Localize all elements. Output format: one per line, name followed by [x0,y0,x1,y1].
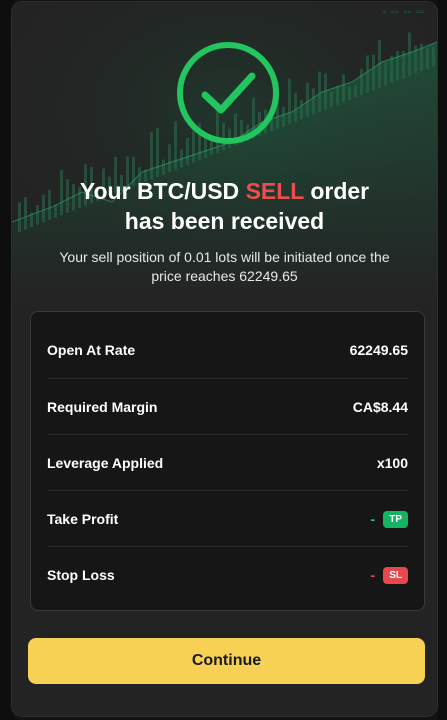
decorative-candle [318,71,321,112]
svg-text:≈ ≈≈ ≈≈ ≈≈: ≈ ≈≈ ≈≈ ≈≈ [382,9,424,17]
stop-loss-badge: SL [383,566,408,584]
decorative-candle [342,74,345,103]
take-profit-badge: TP [383,510,408,528]
detail-value: CA$8.44 [352,399,408,415]
decorative-candle [312,88,315,115]
headline-suffix: order [303,178,370,204]
detail-label: Take Profit [47,511,119,527]
detail-row-open-at-rate: Open At Rate 62249.65 [47,322,408,378]
decorative-candle [402,50,405,79]
decorative-candle [414,45,417,74]
decorative-candle [384,62,387,86]
decorative-candle [420,43,423,72]
detail-value: x100 [376,455,408,471]
confirmation-headline: Your BTC/USD SELL order has been receive… [12,176,437,236]
decorative-candle [426,48,429,69]
order-details-card: Open At Rate 62249.65 Required Margin CA… [30,311,425,611]
decorative-candle [354,85,357,98]
order-side-label: SELL [245,178,304,204]
detail-row-stop-loss: Stop Loss - SL [47,546,408,603]
decorative-candle [330,91,333,108]
decorative-candle [396,50,399,81]
decorative-candle [156,128,159,177]
decorative-candle [336,85,339,105]
take-profit-value: - [370,511,376,527]
detail-value: - TP [370,510,408,528]
decorative-candle [372,54,375,91]
stop-loss-value: - [370,567,376,583]
decorative-candle [180,149,183,168]
detail-row-required-margin: Required Margin CA$8.44 [47,378,408,435]
decorative-candle [390,55,393,84]
decorative-candle [150,131,153,180]
decorative-candle [360,68,363,96]
decorative-candle [408,32,411,76]
detail-row-take-profit: Take Profit - TP [47,490,408,547]
decorative-candle [300,99,303,120]
headline-line-2: has been received [124,208,325,234]
success-check-icon [175,40,281,146]
order-confirmation-modal: ≈ ≈≈ ≈≈ ≈≈ Your BTC/USD SELL order has b… [12,2,437,716]
headline-line-1: Your BTC/USD SELL order [12,176,437,206]
headline-prefix: Your BTC/USD [79,178,246,204]
decorative-candle [348,86,351,100]
decorative-candle [168,144,171,172]
detail-label: Open At Rate [47,342,136,358]
detail-row-leverage-applied: Leverage Applied x100 [47,434,408,491]
decorative-candle [366,55,369,93]
decorative-candle [324,73,327,110]
detail-label: Required Margin [47,399,158,415]
decorative-candle [282,106,285,127]
continue-button[interactable]: Continue [28,638,425,684]
backdrop-right-strip [437,0,447,720]
detail-value: 62249.65 [349,342,408,358]
detail-label: Stop Loss [47,567,115,583]
decorative-candle [378,39,381,88]
confirmation-subtext: Your sell position of 0.01 lots will be … [59,249,390,284]
detail-label: Leverage Applied [47,455,164,471]
decorative-candle [306,82,309,117]
decorative-candle [162,159,165,175]
decorative-candle [432,46,435,67]
detail-value: - SL [370,566,408,584]
decorative-candle [294,92,297,122]
decorative-candle [288,78,291,124]
